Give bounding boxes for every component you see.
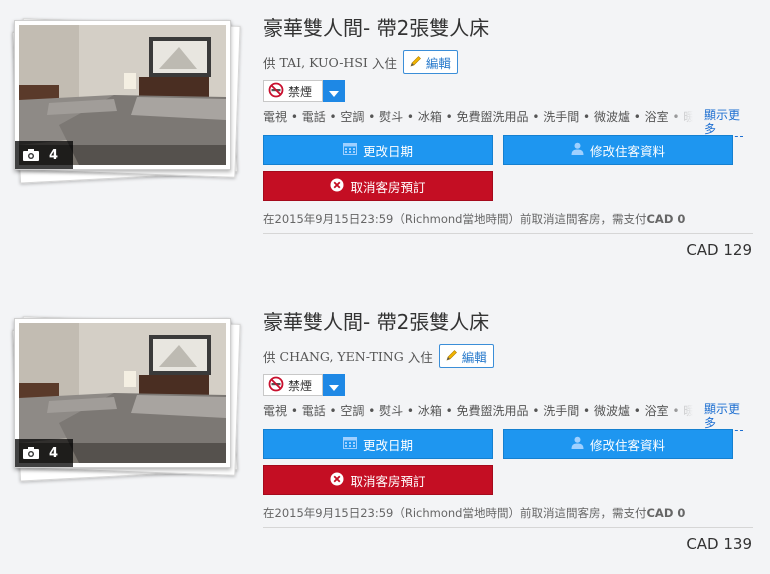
modify-guest-label: 修改住客資料 — [589, 437, 665, 453]
photo-count-badge[interactable]: 4 — [15, 439, 73, 467]
room-title: 豪華雙人間- 帶2張雙人床 — [263, 310, 490, 334]
smoking-select-value[interactable]: 禁煙 — [263, 374, 323, 396]
policy-text: 在2015年9月15日23:59（Richmond當地時間）前取消這間客房，需支… — [263, 212, 647, 226]
show-more-link[interactable]: 顯示更多 — [704, 402, 743, 431]
smoking-select-value[interactable]: 禁煙 — [263, 80, 323, 102]
camera-icon — [23, 447, 39, 459]
room-price: CAD 129 — [686, 241, 752, 259]
no-smoking-icon — [268, 82, 284, 101]
guest-line: 供 TAI, KUO-HSI 入住 編輯 — [263, 50, 458, 74]
amenities-fade — [663, 402, 693, 420]
divider — [263, 233, 753, 234]
amenities-list: 電視 • 電話 • 空調 • 熨斗 • 冰箱 • 免費盥洗用品 • 洗手間 • … — [263, 108, 693, 126]
cancel-booking-button[interactable]: 取消客房預訂 — [263, 465, 493, 495]
edit-guest-button[interactable]: 編輯 — [402, 50, 458, 74]
guest-name: TAI, KUO-HSI — [279, 54, 368, 70]
guest-prefix: 供 — [263, 55, 276, 71]
room-title: 豪華雙人間- 帶2張雙人床 — [263, 16, 490, 40]
cancellation-policy: 在2015年9月15日23:59（Richmond當地時間）前取消這間客房，需支… — [263, 505, 685, 521]
smoking-select[interactable]: 禁煙 — [263, 80, 345, 102]
smoking-label: 禁煙 — [288, 84, 313, 99]
change-date-label: 更改日期 — [362, 143, 413, 159]
photo-count-badge[interactable]: 4 — [15, 141, 73, 169]
show-more-link[interactable]: 顯示更多 — [704, 108, 743, 137]
guest-name: CHANG, YEN-TING — [279, 348, 404, 364]
edit-label: 編輯 — [461, 349, 487, 365]
pencil-icon — [410, 55, 422, 70]
chevron-down-icon — [329, 376, 339, 395]
room-price: CAD 139 — [686, 535, 752, 553]
edit-guest-button[interactable]: 編輯 — [438, 344, 494, 368]
change-date-button[interactable]: 更改日期 — [263, 429, 493, 459]
user-icon — [571, 142, 584, 158]
room-photo[interactable]: 4 — [14, 20, 231, 170]
chevron-down-icon — [329, 82, 339, 101]
pencil-icon — [446, 349, 458, 364]
cancel-booking-button[interactable]: 取消客房預訂 — [263, 171, 493, 201]
room-photo-stack[interactable]: 4 — [10, 316, 241, 482]
policy-amount: CAD 0 — [646, 506, 686, 520]
policy-amount: CAD 0 — [646, 212, 686, 226]
smoking-dropdown-button[interactable] — [323, 374, 345, 396]
calendar-icon — [342, 436, 357, 452]
amenities-list: 電視 • 電話 • 空調 • 熨斗 • 冰箱 • 免費盥洗用品 • 洗手間 • … — [263, 402, 693, 420]
cancellation-policy: 在2015年9月15日23:59（Richmond當地時間）前取消這間客房，需支… — [263, 211, 685, 227]
room-photo[interactable]: 4 — [14, 318, 231, 468]
modify-guest-label: 修改住客資料 — [589, 143, 665, 159]
divider — [263, 527, 753, 528]
guest-suffix: 入住 — [371, 55, 397, 71]
guest-prefix: 供 — [263, 349, 276, 365]
modify-guest-button[interactable]: 修改住客資料 — [503, 135, 733, 165]
cancel-circle-icon — [330, 472, 344, 489]
calendar-icon — [342, 142, 357, 158]
change-date-label: 更改日期 — [362, 437, 413, 453]
photo-count: 4 — [49, 147, 59, 163]
room-photo-stack[interactable]: 4 — [10, 18, 241, 184]
smoking-select[interactable]: 禁煙 — [263, 374, 345, 396]
amenities-fade — [663, 108, 693, 126]
room-card: 4 豪華雙人間- 帶2張雙人床 供 TAI, KUO-HSI 入住 編輯 禁煙 … — [0, 0, 770, 280]
guest-line: 供 CHANG, YEN-TING 入住 編輯 — [263, 344, 494, 368]
policy-text: 在2015年9月15日23:59（Richmond當地時間）前取消這間客房，需支… — [263, 506, 647, 520]
photo-count: 4 — [49, 445, 59, 461]
amenities-text: 電視 • 電話 • 空調 • 熨斗 • 冰箱 • 免費盥洗用品 • 洗手間 • … — [263, 110, 693, 124]
modify-guest-button[interactable]: 修改住客資料 — [503, 429, 733, 459]
user-icon — [571, 436, 584, 452]
cancel-label: 取消客房預訂 — [350, 473, 426, 489]
edit-label: 編輯 — [425, 55, 451, 71]
smoking-dropdown-button[interactable] — [323, 80, 345, 102]
change-date-button[interactable]: 更改日期 — [263, 135, 493, 165]
cancel-circle-icon — [330, 178, 344, 195]
guest-suffix: 入住 — [407, 349, 433, 365]
camera-icon — [23, 149, 39, 161]
amenities-text: 電視 • 電話 • 空調 • 熨斗 • 冰箱 • 免費盥洗用品 • 洗手間 • … — [263, 404, 693, 418]
no-smoking-icon — [268, 376, 284, 395]
cancel-label: 取消客房預訂 — [350, 179, 426, 195]
room-card: 4 豪華雙人間- 帶2張雙人床 供 CHANG, YEN-TING 入住 編輯 … — [0, 294, 770, 574]
smoking-label: 禁煙 — [288, 378, 313, 393]
